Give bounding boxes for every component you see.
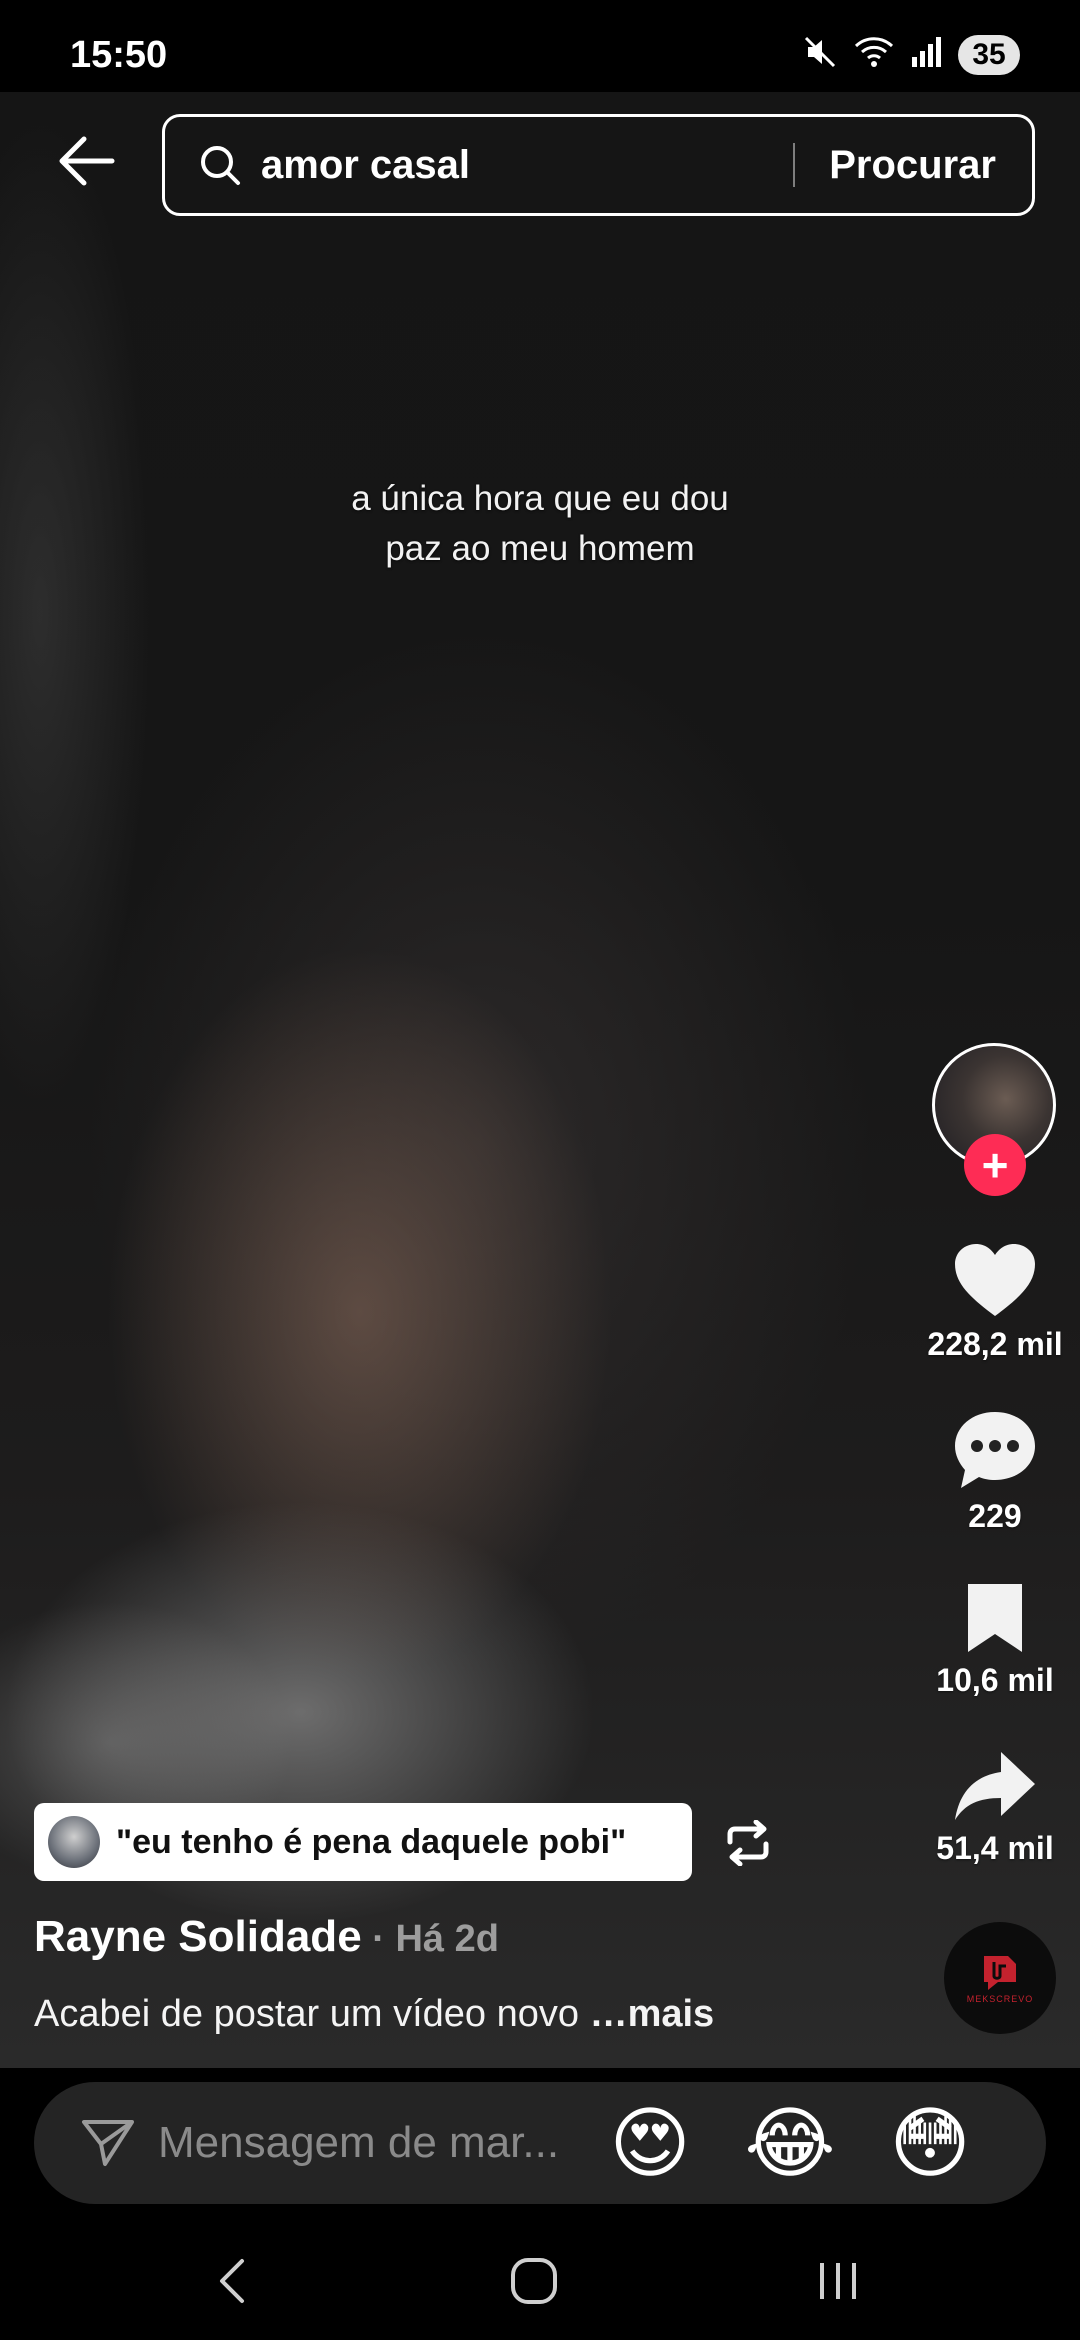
search-button[interactable]: Procurar	[829, 143, 996, 188]
sound-avatar	[48, 1816, 100, 1868]
music-disc[interactable]: MEKSCREVO	[944, 1922, 1056, 2034]
nav-recents-button[interactable]	[798, 2246, 878, 2316]
description-text: Acabei de postar um vídeo novo	[34, 1993, 590, 2035]
signal-icon	[910, 35, 944, 74]
search-bar[interactable]: amor casal Procurar	[162, 114, 1035, 216]
send-icon[interactable]	[80, 2115, 136, 2171]
bookmark-icon	[905, 1580, 1080, 1656]
video-overlay-text: a única hora que eu dou paz ao meu homem	[0, 474, 1080, 574]
search-input[interactable]: amor casal	[261, 143, 793, 188]
music-logo-icon	[976, 1952, 1024, 1992]
comment-icon	[905, 1408, 1080, 1492]
nav-back-button[interactable]	[192, 2246, 272, 2316]
status-icons: 35	[802, 34, 1020, 75]
share-arrow-icon	[905, 1748, 1080, 1824]
sound-chip[interactable]: "eu tenho é pena daquele pobi"	[34, 1803, 692, 1881]
save-count: 10,6 mil	[936, 1662, 1054, 1698]
comment-button[interactable]: 229	[905, 1408, 1080, 1535]
status-bar: 15:50 35	[0, 0, 1080, 92]
back-arrow-icon	[59, 136, 115, 186]
nav-back-icon	[220, 2259, 244, 2303]
like-button[interactable]: 228,2 mil	[905, 1240, 1080, 1363]
share-count: 51,4 mil	[936, 1830, 1054, 1866]
like-count: 228,2 mil	[927, 1326, 1063, 1362]
share-button[interactable]: 51,4 mil	[905, 1748, 1080, 1867]
emoji-tears-of-joy-button[interactable]: 😂	[742, 2095, 838, 2191]
search-icon	[199, 143, 243, 187]
status-time: 15:50	[70, 34, 168, 76]
author-line: Rayne Solidade · Há 2d	[34, 1912, 499, 1962]
nav-recents-icon	[820, 2263, 856, 2299]
overlay-line-2: paz ao meu homem	[385, 529, 695, 568]
author-name[interactable]: Rayne Solidade	[34, 1912, 362, 1961]
plus-icon: +	[981, 1139, 1009, 1191]
more-link[interactable]: …mais	[590, 1993, 715, 2035]
emoji-heart-eyes-button[interactable]: 😍	[602, 2095, 698, 2191]
battery-icon: 35	[958, 34, 1020, 75]
sound-title: "eu tenho é pena daquele pobi"	[116, 1822, 627, 1861]
emoji-flushed-button[interactable]: 😳	[882, 2095, 978, 2191]
post-time: · Há 2d	[361, 1918, 499, 1960]
mute-icon	[802, 34, 838, 75]
overlay-line-1: a única hora que eu dou	[351, 479, 729, 518]
repost-icon	[727, 1820, 769, 1866]
nav-home-icon	[511, 2258, 557, 2304]
follow-button[interactable]: +	[964, 1134, 1026, 1196]
nav-home-button[interactable]	[494, 2246, 574, 2316]
message-input[interactable]: Mensagem de mar...	[158, 2118, 588, 2168]
repost-button[interactable]	[720, 1815, 776, 1871]
music-logo-text: MEKSCREVO	[966, 1994, 1034, 2004]
system-nav-bar	[0, 2218, 1080, 2340]
message-bar[interactable]: Mensagem de mar... 😍 😂 😳	[34, 2082, 1046, 2204]
heart-icon	[905, 1240, 1080, 1320]
save-button[interactable]: 10,6 mil	[905, 1580, 1080, 1699]
search-divider	[793, 143, 796, 187]
comment-count: 229	[968, 1498, 1022, 1534]
post-description[interactable]: Acabei de postar um vídeo novo …mais	[34, 1993, 714, 2036]
wifi-icon	[852, 34, 896, 75]
back-button[interactable]	[50, 125, 122, 197]
